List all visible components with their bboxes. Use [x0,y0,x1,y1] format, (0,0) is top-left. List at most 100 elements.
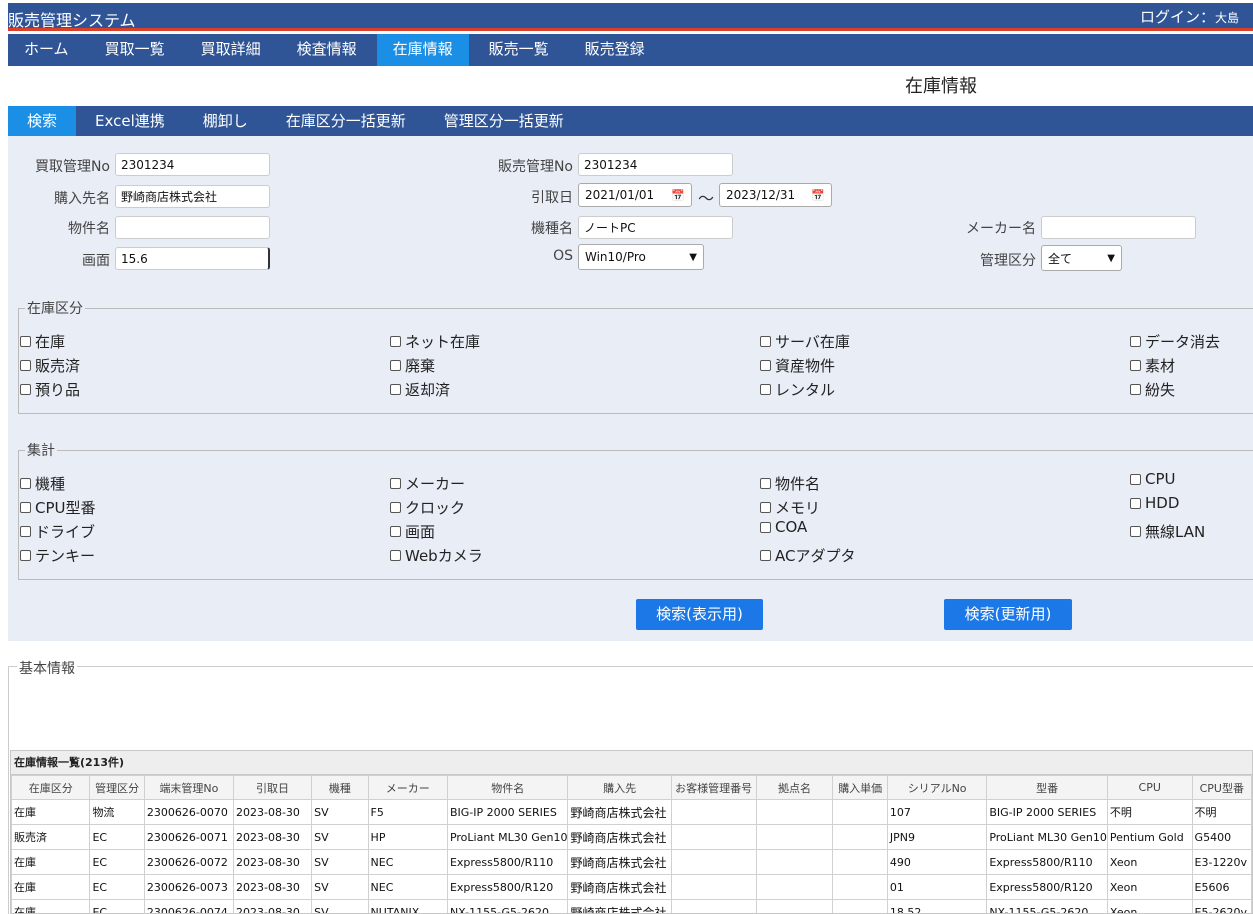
os-select[interactable]: Win10/Pro ▼ [578,244,704,270]
column-header[interactable]: 拠点名 [755,775,834,800]
column-header[interactable]: CPU [1106,775,1193,800]
agg-cb-tenkey[interactable]: テンキー [20,545,95,566]
checkbox-icon[interactable] [390,526,401,537]
checkbox-icon[interactable] [390,336,401,347]
tab-search[interactable]: 検索 [8,106,77,136]
agg-cb-drive[interactable]: ドライブ [20,521,95,542]
column-header[interactable]: 在庫区分 [11,775,91,800]
checkbox-icon[interactable] [20,336,31,347]
sales-no-input[interactable] [578,153,733,176]
checkbox-icon[interactable] [760,478,771,489]
column-header[interactable]: 物件名 [446,775,569,800]
stock-cb-net-stock[interactable]: ネット在庫 [390,331,480,352]
checkbox-icon[interactable] [20,502,31,513]
table-row[interactable]: 在庫 物流 2300626-0070 2023-08-30 SV F5 BIG-IP 200… [11,799,1252,825]
purchase-no-input[interactable] [115,153,270,176]
tab-stock-bulk-update[interactable]: 在庫区分一括更新 [267,106,425,136]
stock-cb-in-stock[interactable]: 在庫 [20,331,65,352]
stock-cb-disposed[interactable]: 廃棄 [390,355,435,376]
calendar-icon[interactable]: 📅 [811,189,825,202]
checkbox-icon[interactable] [1130,336,1141,347]
checkbox-icon[interactable] [760,336,771,347]
model-input[interactable] [578,216,733,239]
property-input[interactable] [115,216,270,239]
agg-cb-ac-adapter[interactable]: ACアダプタ [760,545,855,566]
calendar-icon[interactable]: 📅 [671,189,685,202]
mgmt-category-select[interactable]: 全て ▼ [1041,245,1122,271]
checkbox-icon[interactable] [760,502,771,513]
checkbox-icon[interactable] [1130,497,1141,509]
agg-cb-clock[interactable]: クロック [390,497,465,518]
checkbox-icon[interactable] [390,478,401,489]
table-row[interactable]: 在庫 EC 2300626-0074 2023-08-30 SV NUTANIX NX-11… [11,899,1252,913]
column-header[interactable]: 端末管理No [143,775,234,800]
stock-cb-returned[interactable]: 返却済 [390,379,450,400]
stock-cb-asset[interactable]: 資産物件 [760,355,835,376]
agg-cb-cpu-model[interactable]: CPU型番 [20,497,96,518]
table-row[interactable]: 在庫 EC 2300626-0072 2023-08-30 SV NEC Express58… [11,849,1252,875]
agg-cb-memory[interactable]: メモリ [760,497,820,518]
table-row[interactable]: 販売済 EC 2300626-0071 2023-08-30 SV HP ProLiant … [11,824,1252,850]
checkbox-icon[interactable] [390,550,401,561]
checkbox-icon[interactable] [20,360,31,371]
column-header[interactable]: シリアルNo [886,775,988,800]
stock-cb-lost[interactable]: 紛失 [1130,379,1175,400]
checkbox-icon[interactable] [20,526,31,537]
search-update-button[interactable]: 検索(更新用) [944,599,1072,630]
agg-cb-wireless-lan[interactable]: 無線LAN [1130,521,1205,542]
screen-input[interactable] [115,247,270,270]
checkbox-icon[interactable] [760,384,771,395]
column-header[interactable]: お客様管理番号 [670,775,757,800]
column-header[interactable]: 機種 [311,775,369,800]
maker-input[interactable] [1041,216,1196,239]
checkbox-icon[interactable] [1130,473,1141,485]
stock-cb-deposit[interactable]: 預り品 [20,379,80,400]
stock-cb-server-stock[interactable]: サーバ在庫 [760,331,850,352]
column-header[interactable]: 購入先 [567,775,672,800]
checkbox-icon[interactable] [20,384,31,395]
agg-cb-screen[interactable]: 画面 [390,521,435,542]
nav-purchase-list[interactable]: 買取一覧 [89,34,181,66]
checkbox-icon[interactable] [20,478,31,489]
agg-cb-cpu[interactable]: CPU [1130,470,1176,488]
column-header[interactable]: 型番 [986,775,1108,800]
tab-excel[interactable]: Excel連携 [76,106,184,136]
column-header[interactable]: CPU型番 [1191,775,1252,800]
nav-purchase-detail[interactable]: 買取詳細 [185,34,277,66]
checkbox-icon[interactable] [20,550,31,561]
column-header[interactable]: 引取日 [232,775,313,800]
nav-sales-register[interactable]: 販売登録 [569,34,661,66]
tab-stocktake[interactable]: 棚卸し [184,106,267,136]
column-header[interactable]: 購入単価 [832,775,888,800]
stock-cb-sold[interactable]: 販売済 [20,355,80,376]
pickup-date-from[interactable]: 2021/01/01 📅 [578,183,692,207]
column-header[interactable]: メーカー [367,775,448,800]
checkbox-icon[interactable] [760,360,771,371]
checkbox-icon[interactable] [390,384,401,395]
search-display-button[interactable]: 検索(表示用) [636,599,763,630]
stock-cb-data-erase[interactable]: データ消去 [1130,331,1220,352]
agg-cb-coa[interactable]: COA [760,518,807,536]
agg-cb-property[interactable]: 物件名 [760,473,820,494]
agg-cb-hdd[interactable]: HDD [1130,494,1179,512]
checkbox-icon[interactable] [1130,526,1141,537]
nav-home[interactable]: ホーム [8,34,85,66]
stock-cb-material[interactable]: 素材 [1130,355,1175,376]
table-row[interactable]: 在庫 EC 2300626-0073 2023-08-30 SV NEC Express58… [11,874,1252,900]
pickup-date-to[interactable]: 2023/12/31 📅 [719,183,832,207]
checkbox-icon[interactable] [1130,384,1141,395]
agg-cb-maker[interactable]: メーカー [390,473,465,494]
checkbox-icon[interactable] [760,521,771,533]
stock-cb-rental[interactable]: レンタル [760,379,835,400]
column-header[interactable]: 管理区分 [89,775,145,800]
checkbox-icon[interactable] [760,550,771,561]
tab-mgmt-bulk-update[interactable]: 管理区分一括更新 [425,106,583,136]
agg-cb-model[interactable]: 機種 [20,473,65,494]
nav-inspection[interactable]: 検査情報 [281,34,373,66]
checkbox-icon[interactable] [390,360,401,371]
agg-cb-webcam[interactable]: Webカメラ [390,545,483,566]
checkbox-icon[interactable] [390,502,401,513]
checkbox-icon[interactable] [1130,360,1141,371]
nav-inventory[interactable]: 在庫情報 [376,34,469,66]
nav-sales-list[interactable]: 販売一覧 [473,34,565,66]
